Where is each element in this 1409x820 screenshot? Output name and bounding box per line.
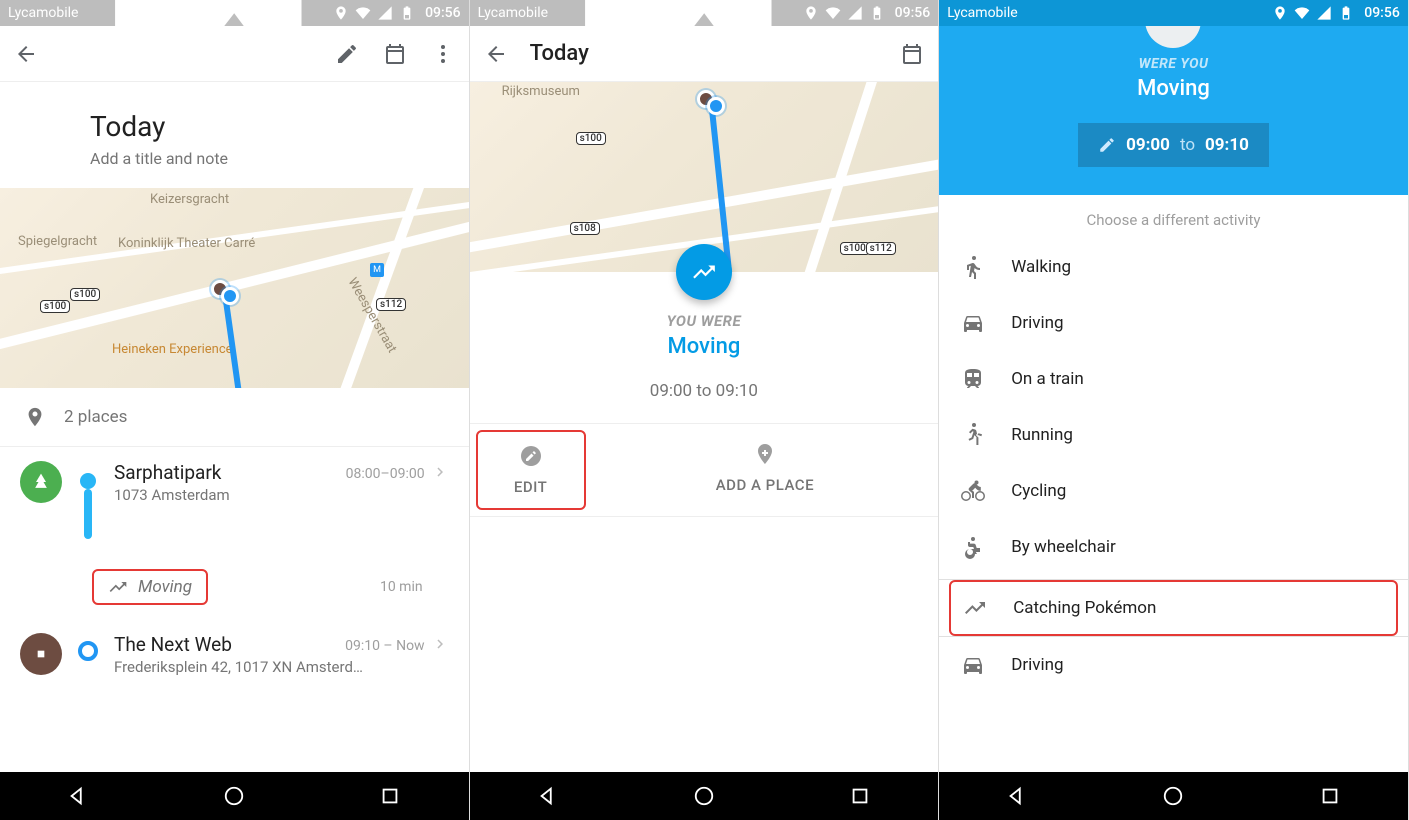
moving-chip-highlight: Moving [92, 569, 208, 605]
activity-option-running[interactable]: Running [939, 407, 1408, 463]
edit-button[interactable]: EDIT [476, 430, 586, 510]
activity-option-train[interactable]: On a train [939, 351, 1408, 407]
eyebrow-label: WERE YOU [939, 56, 1408, 72]
appbar-title: Today [530, 41, 589, 66]
nav-back[interactable] [528, 776, 568, 816]
places-count: 2 places [64, 407, 127, 427]
edit-pencil-icon[interactable] [333, 40, 361, 68]
page-subtitle: Add a title and note [90, 149, 445, 168]
nav-back[interactable] [997, 776, 1037, 816]
app-bar [0, 26, 469, 82]
nav-home[interactable] [214, 776, 254, 816]
android-nav-bar [939, 772, 1408, 820]
wheelchair-icon [961, 535, 985, 559]
pin-icon [24, 406, 46, 428]
android-nav-bar [0, 772, 469, 820]
trending-icon [963, 596, 987, 620]
carrier-label: Lycamobile [947, 5, 1017, 21]
battery-icon [399, 5, 415, 21]
places-summary[interactable]: 2 places [0, 388, 469, 447]
app-bar: Today [470, 26, 939, 82]
running-icon [961, 423, 985, 447]
android-nav-bar [470, 772, 939, 820]
chevron-right-icon [431, 463, 449, 485]
calendar-icon[interactable] [898, 40, 926, 68]
map-preview[interactable]: Koninklijk Theater Carré Spiegelgracht K… [0, 188, 469, 388]
train-icon [961, 367, 985, 391]
activity-option-driving-2[interactable]: Driving [939, 637, 1408, 693]
activity-option-wheelchair[interactable]: By wheelchair [939, 519, 1408, 575]
time-range-button[interactable]: 09:00 to 09:10 [1078, 123, 1269, 167]
back-button[interactable] [482, 40, 510, 68]
add-place-icon [753, 442, 777, 466]
eyebrow-label: YOU WERE [470, 312, 939, 330]
signal-icon [1316, 5, 1332, 21]
timeline-moving-segment[interactable]: Moving 10 min [92, 569, 453, 605]
battery-icon [1338, 5, 1354, 21]
park-icon [20, 461, 62, 503]
back-button[interactable] [12, 40, 40, 68]
screen-timeline-today: Lycamobile 09:56 Today Add a title and n… [0, 0, 470, 820]
nav-recent[interactable] [1310, 776, 1350, 816]
sheet-handle-icon [1145, 26, 1201, 48]
wifi-icon [1294, 5, 1310, 21]
location-icon [333, 5, 349, 21]
wifi-icon [355, 5, 371, 21]
overflow-menu-icon[interactable] [429, 40, 457, 68]
battery-icon [869, 5, 885, 21]
place-stop-icon [20, 633, 62, 675]
location-icon [803, 5, 819, 21]
signal-icon [847, 5, 863, 21]
add-place-button[interactable]: ADD A PLACE [592, 424, 939, 516]
activity-hero: WERE YOU Moving 09:00 to 09:10 [939, 26, 1408, 195]
status-bar: Lycamobile 09:56 [0, 0, 469, 26]
clock-label: 09:56 [1364, 5, 1400, 21]
timeline-place-2[interactable]: The Next Web Frederiksplein 42, 1017 XN … [20, 633, 453, 693]
activity-label: Moving [939, 76, 1408, 101]
time-range: 09:00 to 09:10 [470, 381, 939, 401]
clock-label: 09:56 [895, 5, 931, 21]
carrier-label: Lycamobile [8, 5, 78, 21]
edit-icon [519, 444, 543, 468]
walking-icon [961, 255, 985, 279]
trending-icon [108, 577, 128, 597]
timeline-place-1[interactable]: Sarphatipark 1073 Amsterdam 08:00–09:00 [20, 461, 453, 541]
clock-label: 09:56 [425, 5, 461, 21]
activity-option-pokemon[interactable]: Catching Pokémon [949, 580, 1398, 636]
car-icon [961, 653, 985, 677]
nav-recent[interactable] [840, 776, 880, 816]
nav-back[interactable] [58, 776, 98, 816]
page-title: Today [90, 110, 445, 143]
nav-home[interactable] [1153, 776, 1193, 816]
cycling-icon [961, 479, 985, 503]
location-icon [1272, 5, 1288, 21]
metro-icon: M [370, 263, 384, 277]
status-bar: Lycamobile 09:56 [939, 0, 1408, 26]
choose-activity-hint: Choose a different activity [939, 195, 1408, 239]
day-header[interactable]: Today Add a title and note [0, 82, 469, 188]
wifi-icon [825, 5, 841, 21]
activity-option-driving[interactable]: Driving [939, 295, 1408, 351]
status-bar: Lycamobile 09:56 [470, 0, 939, 26]
chevron-right-icon [431, 635, 449, 657]
carrier-label: Lycamobile [478, 5, 548, 21]
activity-fab-icon [676, 244, 732, 300]
signal-icon [377, 5, 393, 21]
nav-home[interactable] [684, 776, 724, 816]
car-icon [961, 311, 985, 335]
nav-recent[interactable] [370, 776, 410, 816]
activity-option-cycling[interactable]: Cycling [939, 463, 1408, 519]
calendar-icon[interactable] [381, 40, 409, 68]
screen-activity-detail: Lycamobile 09:56 Today Rijksmuseum s100 … [470, 0, 940, 820]
screen-activity-picker: Lycamobile 09:56 WERE YOU Moving 09:00 t… [939, 0, 1409, 820]
activity-option-walking[interactable]: Walking [939, 239, 1408, 295]
activity-label: Moving [470, 334, 939, 359]
edit-pencil-icon [1098, 136, 1116, 154]
